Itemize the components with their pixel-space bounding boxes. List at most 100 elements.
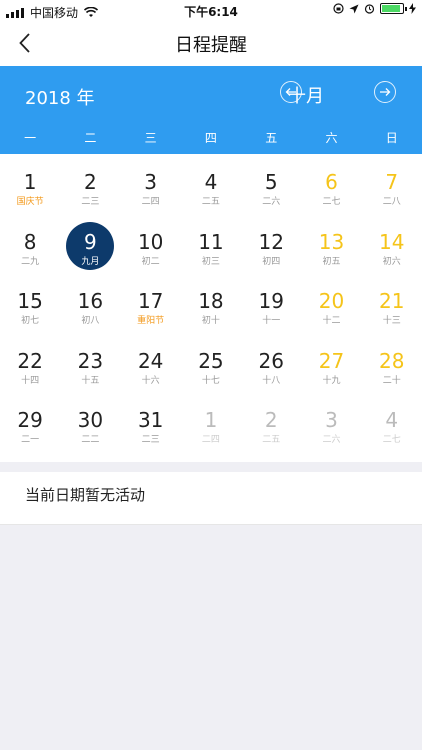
day-cell[interactable]: 13 初五: [301, 224, 361, 284]
lunar-date: 二三: [81, 197, 100, 207]
day-cell[interactable]: 1 二四: [181, 402, 241, 462]
weekday-label: 四: [204, 131, 217, 145]
day-cell[interactable]: 2 二五: [241, 402, 301, 462]
day-number: 22: [17, 348, 43, 373]
lunar-date: 二十: [382, 375, 401, 386]
month-label: 十月: [288, 86, 324, 107]
nav-bar: 日程提醒: [0, 22, 422, 66]
day-cell[interactable]: 3 二六: [301, 402, 361, 462]
status-bar: 中国移动 下午6:14: [0, 0, 422, 22]
day-cell[interactable]: 12 初四: [241, 224, 301, 284]
day-cell[interactable]: 28 二十: [362, 343, 422, 403]
day-cell[interactable]: 31 二三: [121, 402, 181, 462]
day-number: 1: [204, 408, 218, 433]
day-number: 3: [325, 408, 338, 433]
calendar-week-row: 8 二九 9 九月 10 初二 11 初三 12 初四 13 初五 14 初六: [0, 221, 422, 284]
day-cell[interactable]: 14 初六: [362, 224, 422, 284]
day-number: 12: [258, 229, 284, 254]
day-number: 9: [84, 229, 97, 254]
lunar-date: 二一: [21, 435, 40, 446]
day-cell[interactable]: 10 初二: [121, 224, 181, 284]
day-cell[interactable]: 20 十二: [301, 283, 361, 343]
lunar-date: 二八: [382, 197, 401, 207]
day-cell[interactable]: 4 二五: [181, 164, 241, 224]
page-title: 日程提醒: [175, 35, 247, 56]
lunar-date: 十五: [81, 375, 100, 386]
day-number: 2: [84, 170, 97, 194]
day-cell[interactable]: 18 初十: [181, 283, 241, 343]
day-number: 30: [77, 408, 104, 433]
day-cell[interactable]: 30 二二: [60, 402, 120, 462]
alarm-icon: [364, 4, 375, 14]
arrow-right-icon: [380, 88, 391, 96]
day-cell[interactable]: 29 二一: [0, 402, 60, 462]
day-cell[interactable]: 7 二八: [362, 164, 422, 224]
day-number: 11: [198, 229, 224, 254]
day-cell[interactable]: 21 十三: [362, 283, 422, 343]
day-number: 29: [17, 408, 43, 433]
lunar-date: 十二: [322, 316, 341, 327]
lunar-date: 十九: [322, 375, 341, 386]
day-number: 4: [204, 170, 218, 194]
lunar-date: 初七: [21, 316, 40, 327]
day-number: 21: [379, 289, 405, 314]
day-cell[interactable]: 25 十七: [181, 343, 241, 403]
weekday-label: 三: [144, 131, 157, 145]
day-number: 20: [318, 289, 345, 314]
day-number: 25: [198, 348, 224, 373]
day-number: 8: [23, 229, 37, 254]
lunar-date: 二九: [21, 256, 40, 267]
day-number: 10: [137, 229, 164, 254]
lunar-date: 十八: [262, 375, 281, 386]
day-number: 19: [258, 289, 284, 314]
location-icon: [349, 4, 359, 13]
lunar-date: 初六: [382, 256, 401, 267]
weekday-row: 一 二 三 四 五 六 日: [0, 122, 422, 154]
day-cell[interactable]: 24 十六: [121, 343, 181, 403]
day-number: 15: [17, 289, 43, 314]
calendar-week-row: 15 初七 16 初八 17 重阳节 18 初十 19 十一 20 十二 21 十三: [0, 283, 422, 343]
day-cell[interactable]: 1 国庆节: [0, 164, 60, 224]
festival-label: 国庆节: [16, 197, 44, 207]
day-cell[interactable]: 19 十一: [241, 283, 301, 343]
day-number: 7: [385, 170, 399, 194]
battery-icon: [380, 3, 407, 14]
day-cell[interactable]: 22 十四: [0, 343, 60, 403]
day-cell[interactable]: 16 初八: [60, 283, 120, 343]
calendar-week-row: 29 二一 30 二二 31 二三 1 二四 2 二五 3 二六 4 二七: [0, 402, 422, 462]
day-number: 6: [325, 170, 338, 194]
festival-label: 重阳节: [137, 316, 165, 327]
day-cell-selected[interactable]: 9 九月: [60, 221, 120, 284]
year-label: 2018 年: [25, 88, 95, 109]
calendar-header: 2018 年 十月: [0, 66, 422, 122]
lunar-date: 十三: [382, 316, 401, 327]
day-cell[interactable]: 15 初七: [0, 283, 60, 343]
day-number: 13: [318, 229, 345, 254]
lunar-date: 二三: [141, 435, 160, 446]
lunar-date: 初四: [262, 256, 281, 267]
lunar-date: 二六: [262, 197, 281, 207]
day-number: 26: [258, 348, 284, 373]
charging-icon: [409, 3, 416, 14]
day-cell[interactable]: 5 二六: [241, 164, 301, 224]
day-cell[interactable]: 3 二四: [121, 164, 181, 224]
day-cell[interactable]: 17 重阳节: [121, 283, 181, 343]
lunar-date: 二五: [201, 197, 220, 207]
next-month-button[interactable]: [374, 81, 396, 103]
lunar-date: 二二: [81, 435, 100, 446]
day-cell[interactable]: 2 二三: [60, 164, 120, 224]
day-cell[interactable]: 26 十八: [241, 343, 301, 403]
day-cell[interactable]: 6 二七: [301, 164, 361, 224]
day-number: 5: [264, 170, 278, 194]
lunar-date: 初八: [81, 316, 100, 327]
day-cell[interactable]: 8 二九: [0, 224, 60, 284]
day-number: 17: [137, 289, 164, 314]
day-cell[interactable]: 23 十五: [60, 343, 120, 403]
day-cell[interactable]: 27 十九: [301, 343, 361, 403]
weekday-label: 二: [84, 131, 97, 145]
day-cell[interactable]: 4 二七: [362, 402, 422, 462]
empty-activity-message: 当前日期暂无活动: [0, 472, 422, 525]
lunar-date: 二四: [141, 197, 160, 207]
day-cell[interactable]: 11 初三: [181, 224, 241, 284]
rotation-lock-icon: [333, 3, 344, 14]
